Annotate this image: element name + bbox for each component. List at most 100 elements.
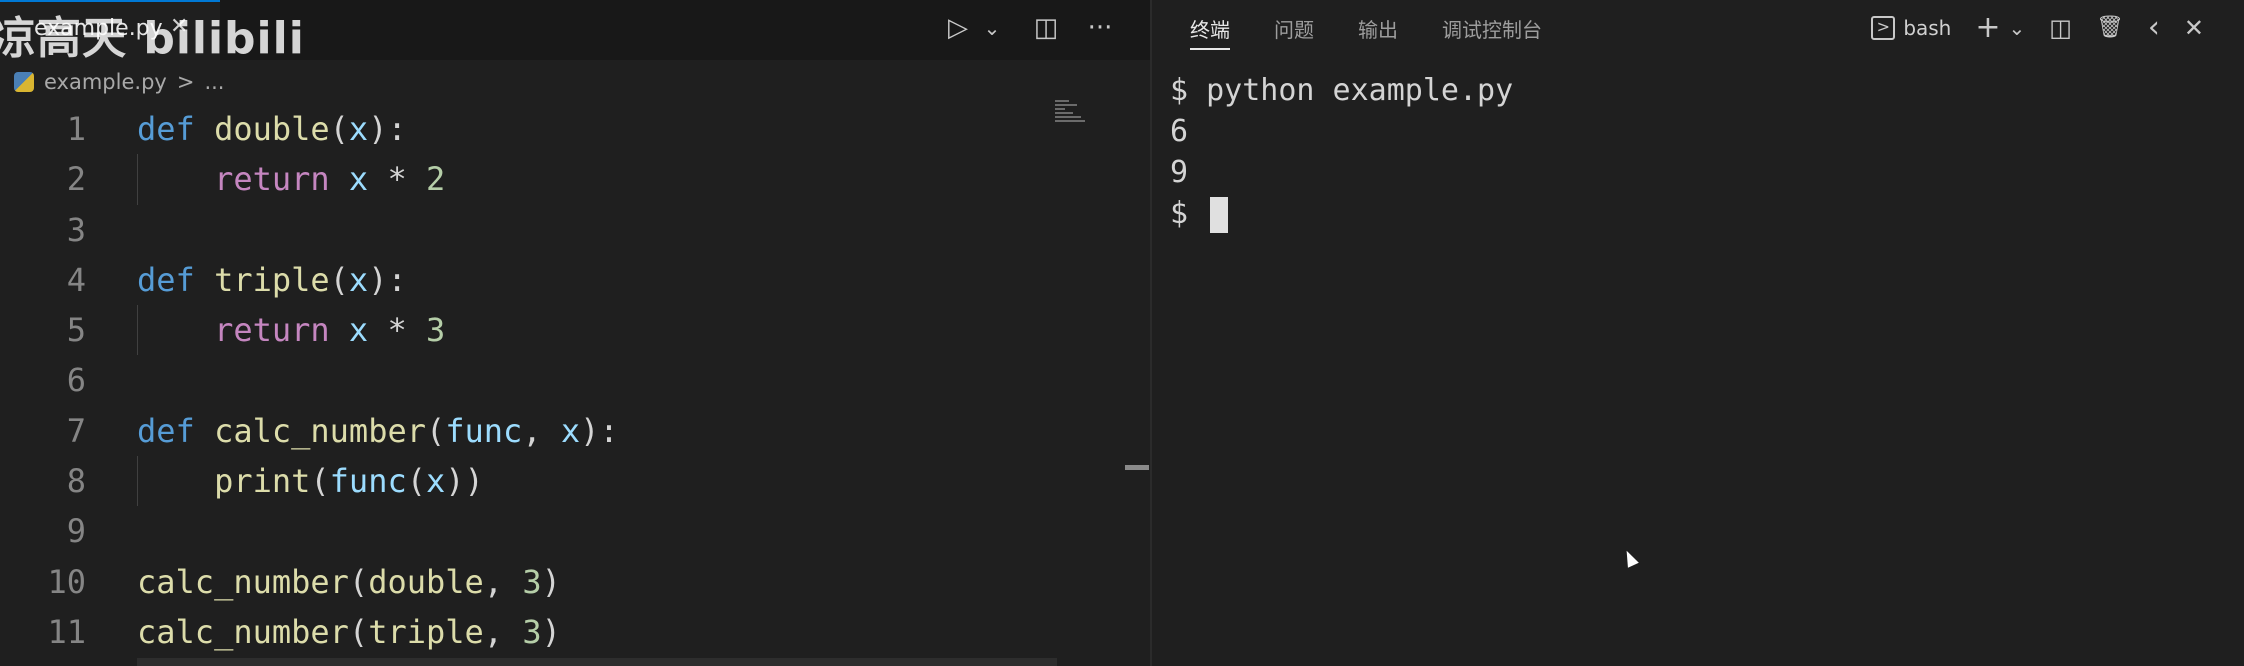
line-number: 2 (66, 160, 86, 199)
terminal-prompt: $ (1170, 196, 1207, 231)
line-number: 7 (66, 411, 86, 450)
code-token: ( (329, 110, 349, 148)
code-token: ): (580, 411, 619, 450)
code-token: def (137, 110, 195, 148)
code-token: ): (368, 110, 407, 148)
code-token: ) (541, 562, 561, 601)
code-line[interactable]: 3 (0, 205, 1100, 255)
terminal-line: $ python example.py (1170, 73, 1514, 108)
code-token: )) (445, 462, 484, 501)
terminal-panel: 终端 问题 输出 调试控制台 > bash + ⌄ ◫ 🗑 ‹ ✕ $ python … (1152, 0, 2244, 666)
code-line[interactable]: 5 return x * 3 (0, 305, 1100, 356)
code-token: x (348, 110, 369, 148)
code-token: x (425, 462, 446, 501)
terminal-cursor (1210, 196, 1229, 233)
code-token: def (137, 411, 195, 450)
breadcrumb: example.py > ... (0, 60, 1150, 104)
code-token: calc_number (137, 562, 349, 601)
code-token: ( (348, 562, 369, 601)
code-token: x (348, 311, 369, 350)
code-token: triple (214, 260, 330, 299)
code-token: , (483, 562, 523, 601)
split-terminal-icon[interactable]: ◫ (2049, 10, 2072, 46)
panel-tabs: 终端 问题 输出 调试控制台 (1190, 0, 1542, 60)
code-token: ( (329, 260, 349, 299)
terminal-selector[interactable]: > bash (1871, 16, 1951, 40)
line-number: 5 (66, 311, 86, 350)
breadcrumb-rest[interactable]: ... (204, 70, 224, 94)
code-line[interactable]: 9 (0, 506, 1100, 556)
code-line[interactable]: 11 calc_number(triple, 3) (0, 607, 1100, 657)
code-token: * (368, 160, 426, 199)
code-line[interactable]: 10 calc_number(double, 3) (0, 557, 1100, 607)
code-line[interactable]: 1 def double(x): (0, 104, 1100, 154)
code-token: def (137, 260, 195, 299)
line-number: 10 (47, 562, 86, 601)
python-file-icon (14, 72, 34, 92)
editor-toolbar: ▷ ⌄ ◫ ··· (944, 10, 1114, 46)
code-token: * (368, 311, 426, 350)
code-token: ( (348, 612, 369, 651)
code-line[interactable]: 4 def triple(x): (0, 255, 1100, 305)
terminal-icon: > (1871, 16, 1896, 40)
line-number: 6 (66, 361, 86, 400)
close-icon[interactable]: ✕ (2184, 10, 2204, 46)
code-area[interactable]: 1 def double(x): 2 return x * 2 3 4 def tripl… (0, 104, 1100, 657)
code-token: print (214, 462, 311, 501)
trash-icon[interactable]: 🗑 (2096, 10, 2124, 46)
code-token: double (214, 110, 330, 148)
chevron-right-icon: > (176, 70, 195, 94)
chevron-down-icon[interactable]: ⌄ (978, 10, 1006, 46)
code-token: double (368, 562, 484, 601)
terminal-prompt-line[interactable]: $ (1170, 193, 1513, 234)
code-token: 3 (425, 311, 446, 350)
code-token: , (483, 612, 523, 651)
code-token: triple (368, 612, 484, 651)
terminal-line: 6 (1170, 114, 1189, 149)
code-token: 3 (522, 562, 542, 601)
code-token: ( (406, 462, 426, 501)
code-token: return (214, 160, 330, 199)
panel-tab[interactable]: 调试控制台 (1442, 0, 1542, 60)
terminal-output[interactable]: $ python example.py 6 9 $ (1170, 70, 1513, 234)
code-line[interactable]: 2 return x * 2 (0, 154, 1100, 205)
split-editor-icon[interactable]: ◫ (1032, 10, 1060, 46)
editor-pane: example.py ✕ 凉高天 bilibili ▷ ⌄ ◫ ··· exam… (0, 0, 1150, 666)
minimap[interactable] (1055, 100, 1091, 130)
breadcrumb-file[interactable]: example.py (44, 70, 167, 94)
run-icon[interactable]: ▷ (944, 10, 972, 46)
code-text: return x * 3 (137, 305, 445, 355)
horizontal-scrollbar[interactable] (137, 658, 1057, 666)
code-text: print(func(x)) (137, 456, 484, 506)
chevron-down-icon[interactable]: ⌄ (2009, 10, 2026, 46)
panel-tab[interactable]: 问题 (1274, 0, 1314, 60)
scroll-position-marker (1125, 465, 1149, 470)
chevron-left-icon[interactable]: ‹ (2148, 10, 2160, 46)
add-terminal-icon[interactable]: + (1975, 10, 2000, 46)
terminal-line: 9 (1170, 155, 1189, 190)
code-token: func (445, 411, 523, 450)
code-token: x (348, 160, 369, 199)
line-number: 4 (66, 260, 86, 299)
code-line[interactable]: 7 def calc_number(func, x): (0, 406, 1100, 456)
code-text: return x * 2 (137, 154, 445, 204)
panel-tab[interactable]: 终端 (1190, 0, 1230, 60)
code-token: , (522, 411, 561, 450)
shell-label: bash (1903, 16, 1952, 40)
code-line[interactable]: 6 (0, 355, 1100, 405)
more-icon[interactable]: ··· (1086, 10, 1114, 46)
tab-bar: example.py ✕ 凉高天 bilibili ▷ ⌄ ◫ ··· (0, 0, 1150, 64)
watermark: 凉高天 bilibili (0, 13, 305, 64)
panel-tab[interactable]: 输出 (1358, 0, 1398, 60)
code-line[interactable]: 8 print(func(x)) (0, 456, 1100, 507)
code-token: func (329, 462, 407, 501)
line-number: 3 (66, 210, 86, 249)
line-number: 11 (47, 612, 86, 651)
code-text: calc_number(double, 3) (137, 557, 561, 607)
